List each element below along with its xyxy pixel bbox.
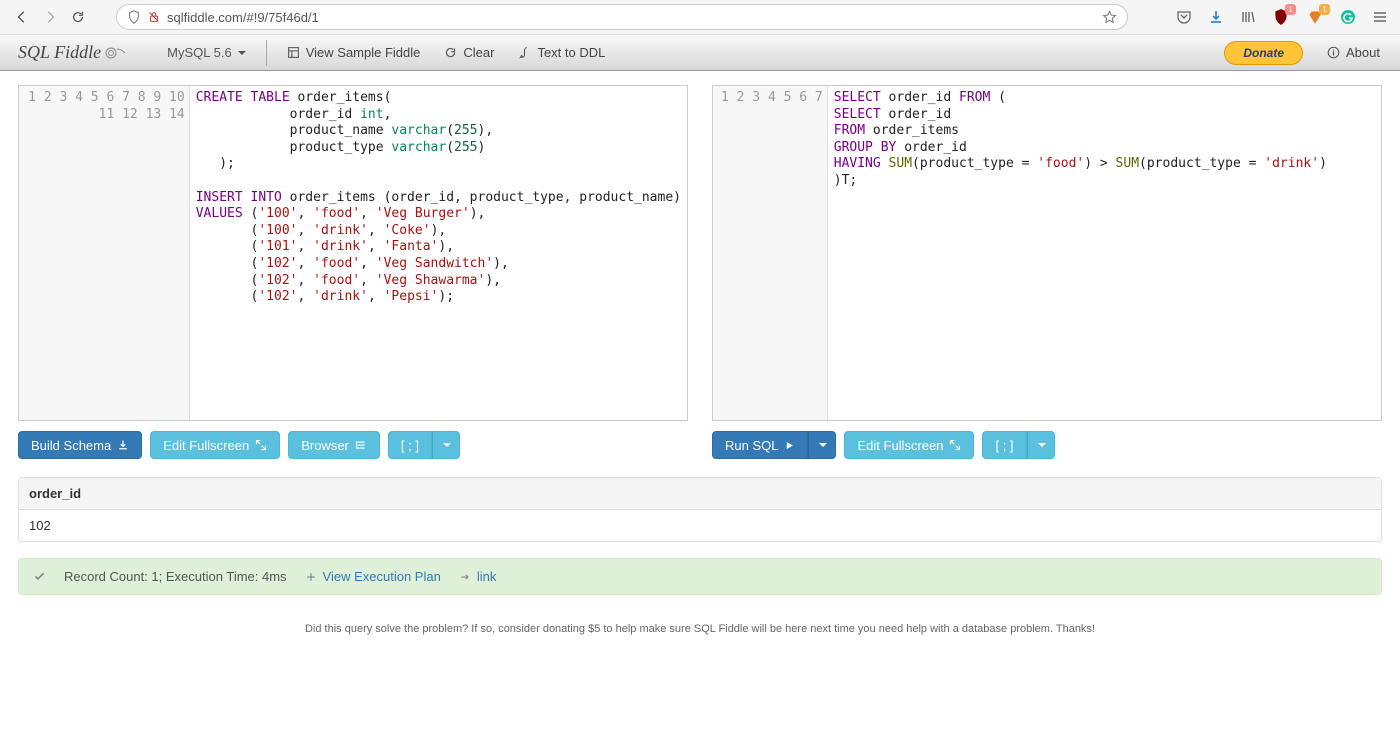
- lock-crossed-icon: [147, 10, 161, 24]
- download-icon[interactable]: [1208, 9, 1224, 25]
- table-row: 102: [19, 510, 1381, 542]
- line-gutter: 1 2 3 4 5 6 7: [713, 86, 828, 420]
- extension-icon[interactable]: 1: [1306, 8, 1324, 26]
- ublock-icon[interactable]: 1: [1272, 8, 1290, 26]
- query-pane: 1 2 3 4 5 6 7 SELECT order_id FROM ( SEL…: [712, 85, 1382, 459]
- chevron-down-icon: [443, 443, 451, 447]
- check-icon: [33, 570, 46, 583]
- edit-fullscreen-button[interactable]: Edit Fullscreen: [150, 431, 280, 459]
- status-bar: Record Count: 1; Execution Time: 4ms Vie…: [18, 558, 1382, 595]
- view-sample-button[interactable]: View Sample Fiddle: [275, 38, 433, 68]
- grammarly-icon[interactable]: [1340, 9, 1356, 25]
- edit-fullscreen-button[interactable]: Edit Fullscreen: [844, 431, 974, 459]
- editor-area: 1 2 3 4 5 6 7 8 9 10 11 12 13 14 CREATE …: [0, 71, 1400, 469]
- url-bar[interactable]: sqlfiddle.com/#!9/75f46d/1: [116, 4, 1128, 30]
- build-schema-button[interactable]: Build Schema: [18, 431, 142, 459]
- menu-icon[interactable]: [1372, 9, 1388, 25]
- query-editor[interactable]: 1 2 3 4 5 6 7 SELECT order_id FROM ( SEL…: [712, 85, 1382, 421]
- donate-button[interactable]: Donate: [1224, 41, 1303, 65]
- url-text: sqlfiddle.com/#!9/75f46d/1: [167, 10, 319, 25]
- plus-icon: [305, 571, 317, 583]
- browser-chrome: sqlfiddle.com/#!9/75f46d/1 1 1: [0, 0, 1400, 35]
- footer-message: Did this query solve the problem? If so,…: [0, 623, 1400, 635]
- column-header: order_id: [19, 478, 1381, 510]
- schema-editor[interactable]: 1 2 3 4 5 6 7 8 9 10 11 12 13 14 CREATE …: [18, 85, 688, 421]
- db-selector[interactable]: MySQL 5.6: [155, 45, 258, 60]
- back-button[interactable]: [12, 7, 32, 27]
- schema-buttons: Build Schema Edit Fullscreen Browser [ ;…: [18, 431, 688, 459]
- badge: 1: [1285, 4, 1296, 15]
- forward-button[interactable]: [40, 7, 60, 27]
- run-sql-dropdown[interactable]: [808, 431, 836, 459]
- star-icon[interactable]: [1102, 10, 1117, 25]
- terminator-button[interactable]: [ ; ]: [982, 431, 1026, 459]
- permalink-link[interactable]: link: [477, 569, 497, 584]
- shield-icon: [127, 10, 141, 24]
- terminator-dropdown[interactable]: [1027, 431, 1055, 459]
- library-icon[interactable]: [1240, 9, 1256, 25]
- chevron-down-icon: [238, 51, 246, 55]
- query-code[interactable]: SELECT order_id FROM ( SELECT order_id F…: [828, 86, 1333, 420]
- schema-browser-button[interactable]: Browser: [288, 431, 380, 459]
- chevron-down-icon: [819, 443, 827, 447]
- badge: 1: [1319, 4, 1330, 15]
- reload-button[interactable]: [68, 7, 88, 27]
- terminator-button[interactable]: [ ; ]: [388, 431, 432, 459]
- view-execution-plan-link[interactable]: View Execution Plan: [323, 569, 441, 584]
- table-cell: 102: [19, 510, 1381, 542]
- chevron-down-icon: [1038, 443, 1046, 447]
- run-sql-button[interactable]: Run SQL: [712, 431, 808, 459]
- terminator-dropdown[interactable]: [432, 431, 460, 459]
- query-buttons: Run SQL Edit Fullscreen [ ; ]: [712, 431, 1382, 459]
- pocket-icon[interactable]: [1176, 9, 1192, 25]
- text-to-ddl-button[interactable]: Text to DDL: [506, 38, 617, 68]
- line-gutter: 1 2 3 4 5 6 7 8 9 10 11 12 13 14: [19, 86, 190, 420]
- app-toolbar: SQL Fiddle MySQL 5.6 View Sample Fiddle …: [0, 35, 1400, 71]
- clear-button[interactable]: Clear: [432, 38, 506, 68]
- share-icon: [459, 571, 471, 583]
- results-table: order_id 102: [18, 477, 1382, 542]
- app-logo[interactable]: SQL Fiddle: [8, 42, 137, 63]
- about-button[interactable]: About: [1315, 38, 1392, 68]
- schema-pane: 1 2 3 4 5 6 7 8 9 10 11 12 13 14 CREATE …: [18, 85, 688, 459]
- schema-code[interactable]: CREATE TABLE order_items( order_id int, …: [190, 86, 687, 420]
- status-summary: Record Count: 1; Execution Time: 4ms: [64, 569, 287, 584]
